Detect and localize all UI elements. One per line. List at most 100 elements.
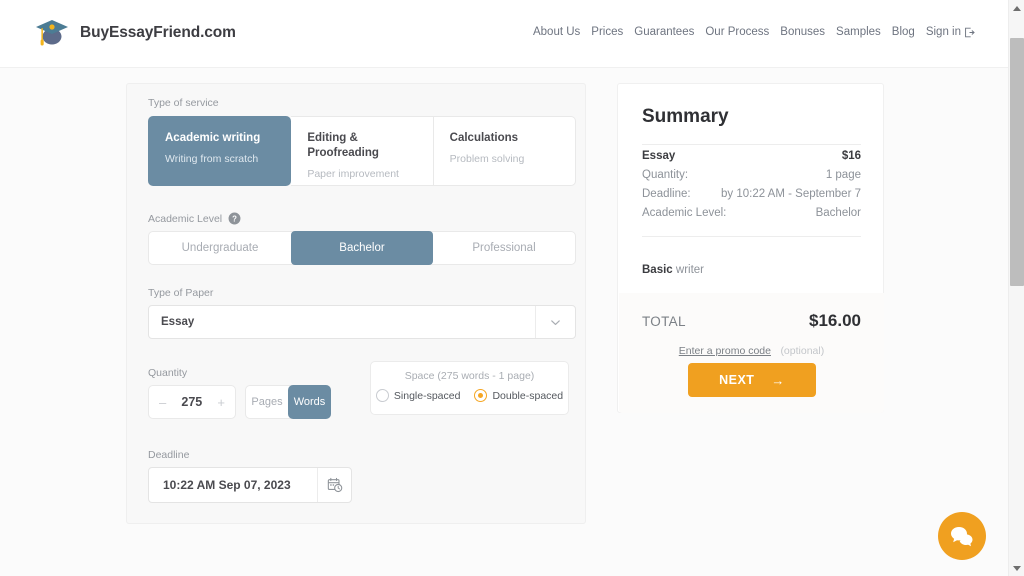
spacing-option-label: Single-spaced [393, 389, 461, 402]
site-header: BuyEssayFriend.com About Us Prices Guara… [0, 0, 1008, 68]
nav-item-samples[interactable]: Samples [836, 26, 881, 38]
nav-item-about-us[interactable]: About Us [533, 26, 580, 38]
quantity-stepper[interactable]: – 275 + [148, 385, 236, 419]
scrollbar-down-arrow-icon[interactable] [1009, 560, 1024, 576]
paper-type-block: Type of Paper Essay [148, 287, 576, 339]
chat-bubbles-icon [951, 527, 973, 547]
summary-row-key: Essay [642, 150, 676, 162]
nav-item-prices[interactable]: Prices [591, 26, 623, 38]
quantity-decrement-button[interactable]: – [159, 396, 166, 409]
summary-row-value: Bachelor [815, 207, 861, 219]
academic-level-group: Undergraduate Bachelor Professional [148, 231, 576, 265]
summary-divider-top [642, 144, 861, 145]
deadline-label: Deadline [148, 449, 190, 461]
spacing-options: Single-spaced Double-spaced [371, 389, 568, 402]
writer-tier-name: Basic [642, 264, 673, 276]
deadline-calendar-button[interactable] [317, 468, 351, 502]
quantity-unit-words[interactable]: Words [288, 385, 331, 419]
summary-row-value: 1 page [825, 169, 861, 181]
chevron-down-icon [551, 319, 560, 325]
radio-selected-icon [474, 389, 488, 402]
summary-total-zone: TOTAL $16.00 Enter a promo code (optiona… [619, 293, 884, 413]
promo-row: Enter a promo code (optional) [642, 341, 861, 359]
service-option-academic-writing[interactable]: Academic writing Writing from scratch [148, 116, 292, 186]
paper-type-value[interactable]: Essay [149, 306, 535, 338]
summary-row-academic-level: Academic Level: Bachelor [642, 207, 861, 219]
scrollbar-up-arrow-icon[interactable] [1009, 0, 1024, 16]
deadline-value[interactable]: 10:22 AM Sep 07, 2023 [149, 468, 317, 502]
summary-divider-bottom [642, 236, 861, 237]
main-nav: About Us Prices Guarantees Our Process B… [533, 26, 975, 38]
browser-scrollbar[interactable] [1008, 0, 1024, 576]
quantity-increment-button[interactable]: + [217, 396, 225, 409]
quantity-unit-group: Pages Words [245, 385, 331, 419]
calendar-clock-icon [327, 477, 342, 493]
summary-row-key: Deadline: [642, 188, 691, 200]
summary-writer-tier: Basic writer [642, 264, 704, 276]
paper-type-label: Type of Paper [148, 287, 214, 299]
promo-code-link[interactable]: Enter a promo code [679, 345, 771, 357]
summary-row-deadline: Deadline: by 10:22 AM - September 7 [642, 188, 861, 200]
service-option-editing-proofreading[interactable]: Editing & Proofreading Paper improvement [291, 116, 434, 186]
spacing-option-single-spaced[interactable]: Single-spaced [375, 389, 461, 402]
service-option-subtitle: Writing from scratch [165, 153, 259, 166]
graduation-cap-icon [36, 20, 68, 46]
service-type-group: Academic writing Writing from scratch Ed… [148, 116, 576, 186]
total-label: TOTAL [642, 314, 686, 329]
logo-text: BuyEssayFriend.com [80, 24, 236, 41]
writer-tier-suffix: writer [672, 264, 704, 276]
spacing-title: Space (275 words - 1 page) [404, 370, 535, 382]
academic-level-label-row: Academic Level ? [148, 212, 576, 225]
summary-row-essay: Essay $16 [642, 150, 861, 162]
academic-level-block: Academic Level ? Undergraduate Bachelor … [148, 212, 576, 265]
total-amount: $16.00 [809, 311, 861, 330]
spacing-box: Space (275 words - 1 page) Single-spaced… [370, 361, 569, 415]
summary-row-quantity: Quantity: 1 page [642, 169, 861, 181]
nav-item-guarantees[interactable]: Guarantees [634, 26, 694, 38]
paper-type-caret[interactable] [535, 306, 575, 338]
quantity-value[interactable]: 275 [166, 395, 217, 409]
nav-item-bonuses[interactable]: Bonuses [780, 26, 825, 38]
service-type-label: Type of service [148, 97, 219, 109]
page-surface: BuyEssayFriend.com About Us Prices Guara… [0, 0, 1008, 576]
svg-text:?: ? [232, 215, 237, 224]
service-option-title: Calculations [449, 132, 519, 144]
academic-level-option-professional[interactable]: Professional [433, 232, 575, 264]
summary-row-key: Academic Level: [642, 207, 727, 219]
service-option-subtitle: Problem solving [449, 153, 525, 166]
sign-in-link[interactable]: Sign in [926, 26, 975, 38]
quantity-row: – 275 + Pages Words [148, 385, 331, 419]
deadline-field[interactable]: 10:22 AM Sep 07, 2023 [148, 467, 352, 503]
sign-in-icon [965, 27, 975, 37]
summary-title: Summary [642, 106, 729, 127]
question-mark-icon[interactable]: ? [228, 212, 241, 225]
site-logo[interactable]: BuyEssayFriend.com [33, 16, 236, 50]
promo-optional-text: (optional) [780, 345, 825, 357]
summary-row-key: Quantity: [642, 169, 689, 181]
spacing-option-double-spaced[interactable]: Double-spaced [474, 389, 563, 402]
chat-widget-button[interactable] [938, 512, 986, 560]
next-button[interactable]: NEXT → [688, 363, 816, 397]
next-button-label: NEXT [719, 373, 755, 387]
service-option-title: Editing & Proofreading [307, 132, 379, 160]
summary-row-value: $16 [841, 150, 861, 162]
scrollbar-thumb[interactable] [1010, 38, 1024, 286]
nav-item-blog[interactable]: Blog [892, 26, 915, 38]
paper-type-select[interactable]: Essay [148, 305, 576, 339]
spacing-option-label: Double-spaced [492, 389, 564, 402]
arrow-right-icon: → [771, 372, 785, 388]
service-option-title: Academic writing [165, 132, 261, 144]
summary-card: Summary Essay $16 Quantity: 1 page Deadl… [617, 83, 884, 413]
service-option-subtitle: Paper improvement [307, 168, 399, 181]
academic-level-option-bachelor[interactable]: Bachelor [291, 231, 433, 265]
quantity-block: Quantity – 275 + Pages Words [148, 367, 331, 419]
radio-icon [375, 389, 389, 402]
service-option-calculations[interactable]: Calculations Problem solving [433, 116, 576, 186]
nav-item-our-process[interactable]: Our Process [705, 26, 769, 38]
academic-level-option-undergraduate[interactable]: Undergraduate [149, 232, 291, 264]
summary-rows: Essay $16 Quantity: 1 page Deadline: by … [642, 150, 861, 226]
total-row: TOTAL $16.00 [642, 311, 861, 331]
deadline-block: Deadline 10:22 AM Sep 07, 2023 [148, 449, 352, 503]
summary-row-value: by 10:22 AM - September 7 [721, 188, 861, 200]
quantity-unit-pages[interactable]: Pages [246, 386, 288, 418]
